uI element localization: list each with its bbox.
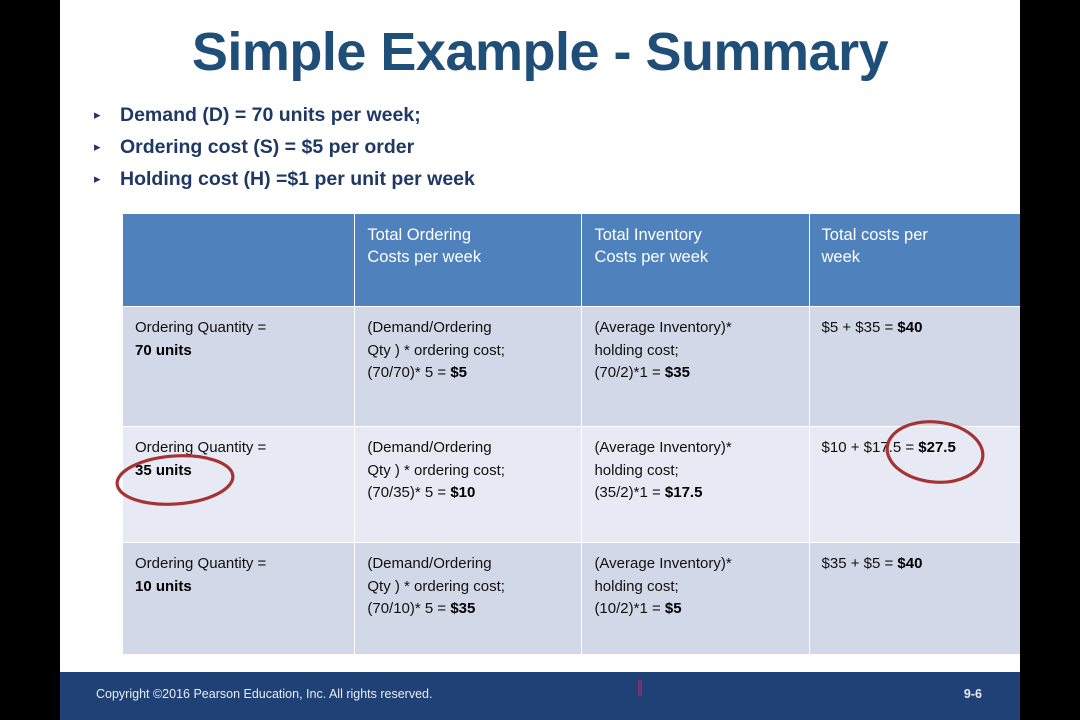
- table-header-total-ordering-costs: Total Ordering Costs per week: [354, 213, 583, 307]
- bullet-item-holding-cost: ▸ Holding cost (H) =$1 per unit per week: [86, 164, 786, 196]
- cell-total-costs-70: $5 + $35 = $40: [808, 306, 1020, 427]
- cell-inventory-costs-35: (Average Inventory)* holding cost; (35/2…: [581, 426, 810, 543]
- cell-total-costs-10: $35 + $5 = $40: [808, 542, 1020, 655]
- bullet-list: ▸ Demand (D) = 70 units per week; ▸ Orde…: [86, 100, 786, 196]
- table-header-total-costs: Total costs per week: [808, 213, 1020, 307]
- cursor-mark-icon: [638, 680, 642, 696]
- bullet-label-holding-cost: Holding cost (H) =$1 per unit per week: [120, 168, 475, 190]
- triangle-bullet-icon: ▸: [94, 107, 101, 122]
- triangle-bullet-icon: ▸: [94, 171, 101, 186]
- cell-ordering-costs-10: (Demand/Ordering Qty ) * ordering cost; …: [354, 542, 583, 655]
- cell-ordering-quantity-35: Ordering Quantity = 35 units: [121, 426, 356, 543]
- cell-total-costs-35: $10 + $17.5 = $27.5: [808, 426, 1020, 543]
- bullet-item-ordering-cost: ▸ Ordering cost (S) = $5 per order: [86, 132, 786, 164]
- cell-ordering-costs-35: (Demand/Ordering Qty ) * ordering cost; …: [354, 426, 583, 543]
- copyright-text: Copyright ©2016 Pearson Education, Inc. …: [96, 687, 433, 701]
- slide-root: Simple Example - Summary ▸ Demand (D) = …: [0, 0, 1080, 720]
- cell-ordering-quantity-10: Ordering Quantity = 10 units: [121, 542, 356, 655]
- page-number: 9-6: [963, 687, 982, 701]
- table-header-row: Total Ordering Costs per week Total Inve…: [121, 213, 1020, 307]
- bullet-label-demand: Demand (D) = 70 units per week;: [120, 104, 421, 126]
- triangle-bullet-icon: ▸: [94, 139, 101, 154]
- cell-ordering-quantity-70: Ordering Quantity = 70 units: [121, 306, 356, 427]
- bullet-label-ordering-cost: Ordering cost (S) = $5 per order: [120, 136, 415, 158]
- page-title: Simple Example - Summary: [191, 22, 889, 82]
- cell-inventory-costs-10: (Average Inventory)* holding cost; (10/2…: [581, 542, 810, 655]
- slide-footer: Copyright ©2016 Pearson Education, Inc. …: [60, 672, 1020, 720]
- cell-ordering-costs-70: (Demand/Ordering Qty ) * ordering cost; …: [354, 306, 583, 427]
- table-row: Ordering Quantity = 70 units (Demand/Ord…: [121, 306, 1020, 427]
- cost-summary-table: Total Ordering Costs per week Total Inve…: [121, 213, 1020, 655]
- table-header-total-inventory-costs: Total Inventory Costs per week: [581, 213, 810, 307]
- table-header-blank: [121, 213, 356, 307]
- table-row: Ordering Quantity = 10 units (Demand/Ord…: [121, 542, 1020, 655]
- table-row: Ordering Quantity = 35 units (Demand/Ord…: [121, 426, 1020, 543]
- bullet-item-demand: ▸ Demand (D) = 70 units per week;: [86, 100, 786, 132]
- slide-canvas: Simple Example - Summary ▸ Demand (D) = …: [60, 0, 1020, 720]
- cell-inventory-costs-70: (Average Inventory)* holding cost; (70/2…: [581, 306, 810, 427]
